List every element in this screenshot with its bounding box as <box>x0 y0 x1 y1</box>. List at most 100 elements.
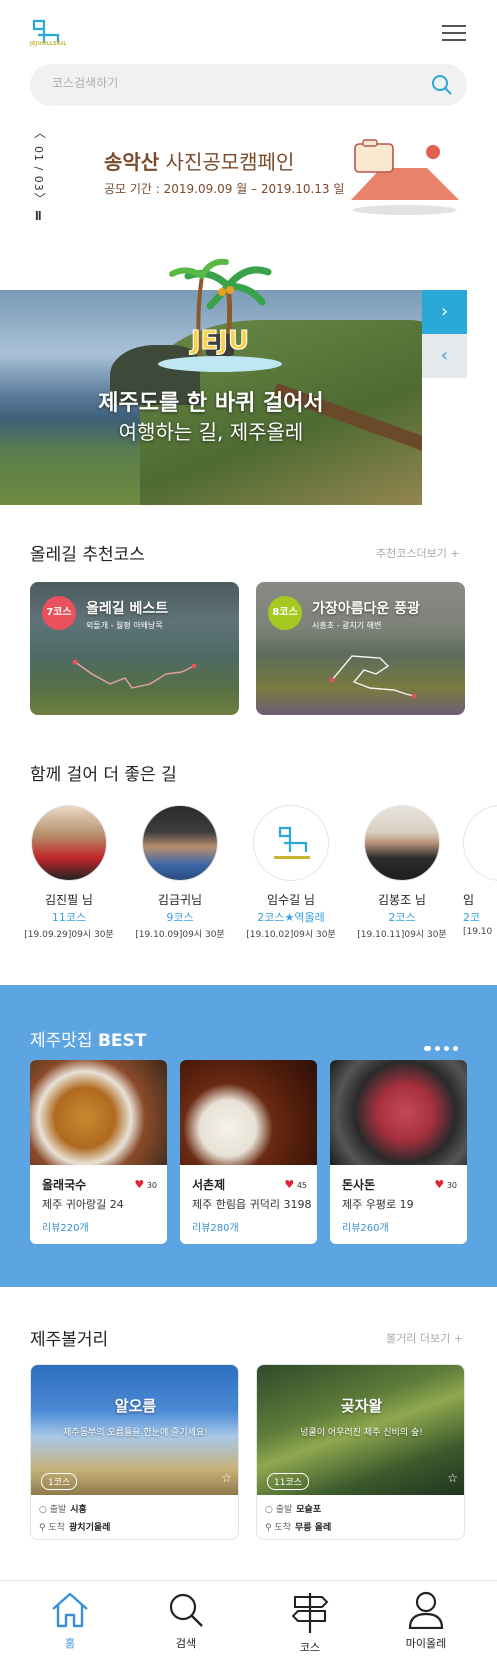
course-route: 시흥초 - 광치기 해변 <box>312 621 382 630</box>
hero-next-button[interactable]: › <box>422 290 467 334</box>
food-likes[interactable]: ♥ 45 <box>284 1178 307 1191</box>
walker-name: 임수길 님 <box>267 893 315 907</box>
walker-item[interactable]: 임 2코 [19.10 <box>463 805 497 937</box>
course-name: 가장아름다운 풍광 <box>312 601 420 617</box>
pause-icon[interactable]: ǁ <box>35 210 42 221</box>
search-bar[interactable] <box>30 64 467 106</box>
walker-date: [19.09.29]09시 30분 <box>24 930 114 940</box>
attraction-desc: 넝쿨이 어우러진 제주 신비의 숲! <box>300 1428 423 1438</box>
campaign-title[interactable]: 송악산 사진공모캠페인 <box>104 146 294 175</box>
recommended-more-link[interactable]: 추천코스더보기 + <box>376 545 460 561</box>
pager-count: 01 / 03 <box>32 146 45 192</box>
end-label: 도착 <box>48 1523 66 1533</box>
heart-icon: ♥ <box>434 1178 445 1191</box>
food-name: 서촌제 <box>192 1178 226 1192</box>
walker-name: 김봉조 님 <box>378 893 426 907</box>
nav-my[interactable]: 마이올레 <box>386 1591 466 1651</box>
walker-courses: 2코 <box>463 911 481 924</box>
food-card[interactable]: 돈사돈 ♥ 30 제주 우평로 19 리뷰260개 <box>330 1060 467 1244</box>
walkers-title: 함께 걸어 더 좋은 길 <box>30 765 177 785</box>
app-header: JEJUOLLEGIL <box>0 0 497 62</box>
end-value: 광치기올레 <box>69 1523 111 1533</box>
nav-my-label: 마이올레 <box>405 1637 447 1650</box>
attractions-more-link[interactable]: 볼거리 더보기 + <box>386 1330 463 1346</box>
banner-pager: ︿ 01 / 03 ﹀ ǁ <box>30 124 50 224</box>
walker-name: 김진필 님 <box>45 893 93 907</box>
attraction-course-badge: 1코스 <box>41 1473 78 1490</box>
start-value: 모슬포 <box>296 1505 322 1515</box>
end-label: 도착 <box>274 1523 292 1533</box>
attraction-card[interactable]: 알오름 제주동부의 오름들을 한눈에 즐기세요! 1코스 ☆ ○ 출발 시흥 ⚲ … <box>30 1364 239 1540</box>
walker-item[interactable]: 김봉조 님 2코스 [19.10.11]09시 30분 <box>352 805 452 940</box>
attraction-image: 곶자왈 넝쿨이 어우러진 제주 신비의 숲! 11코스 ☆ <box>257 1365 464 1495</box>
food-reviews[interactable]: 리뷰260개 <box>342 1219 389 1234</box>
signpost-icon <box>291 1593 329 1633</box>
attraction-start: ○ 출발 시흥 <box>39 1505 87 1515</box>
walker-courses: 9코스 <box>166 911 194 924</box>
nav-course-label: 코스 <box>299 1641 321 1654</box>
star-icon[interactable]: ☆ <box>447 1471 458 1485</box>
nav-course[interactable]: 코스 <box>270 1591 350 1655</box>
menu-icon[interactable] <box>442 25 466 43</box>
nav-home[interactable]: 홈 <box>30 1591 110 1651</box>
attraction-start: ○ 출발 모슬포 <box>265 1505 322 1515</box>
food-carousel-dots[interactable] <box>424 1036 468 1051</box>
course-name: 올레길 베스트 <box>86 601 169 617</box>
attraction-name: 알오름 <box>114 1397 157 1415</box>
start-value: 시흥 <box>70 1505 87 1515</box>
search-icon[interactable] <box>431 74 453 96</box>
hero-prev-button[interactable]: ‹ <box>422 334 467 378</box>
attraction-name: 곶자왈 <box>340 1397 383 1415</box>
food-card[interactable]: 서촌제 ♥ 45 제주 한림읍 귀덕리 3198 리뷰280개 <box>180 1060 317 1244</box>
food-reviews[interactable]: 리뷰280개 <box>192 1219 239 1234</box>
food-address: 제주 귀아랑길 24 <box>42 1198 124 1211</box>
avatar-logo <box>463 805 497 881</box>
attraction-desc: 제주동부의 오름들을 한눈에 즐기세요! <box>63 1428 208 1438</box>
jeju-olle-logo-icon <box>274 826 310 859</box>
end-value: 무릉 올레 <box>295 1523 332 1533</box>
walker-courses: 11코스 <box>51 911 87 924</box>
avatar <box>31 805 107 881</box>
course-route: 외돌개 - 월평 아왜낭목 <box>86 621 163 630</box>
walker-item[interactable]: 임수길 님 2코스★역올레 [19.10.02]09시 30분 <box>241 805 341 940</box>
food-likes[interactable]: ♥ 30 <box>434 1178 457 1191</box>
walker-name: 임 <box>463 893 475 907</box>
recommended-title: 올레길 추천코스 <box>30 545 145 565</box>
search-icon <box>169 1593 203 1627</box>
food-likes-count: 30 <box>146 1181 157 1190</box>
food-title: 제주맛집 BEST <box>30 1026 146 1051</box>
pager-up-icon[interactable]: ︿ <box>34 124 46 141</box>
walker-item[interactable]: 김진필 님 11코스 [19.09.29]09시 30분 <box>19 805 119 940</box>
food-likes[interactable]: ♥ 30 <box>134 1178 157 1191</box>
course-number-badge: 7코스 <box>42 596 76 630</box>
avatar-logo <box>253 805 329 881</box>
walker-item[interactable]: 김금귀님 9코스 [19.10.09]09시 30분 <box>130 805 230 940</box>
jeju-badge-text: JEJU <box>189 326 249 356</box>
food-reviews[interactable]: 리뷰220개 <box>42 1219 89 1234</box>
start-label: 출발 <box>49 1505 67 1515</box>
nav-search-label: 검색 <box>175 1637 197 1650</box>
pager-down-icon[interactable]: ﹀ <box>34 190 46 207</box>
course-number-badge: 8코스 <box>268 596 302 630</box>
nav-search[interactable]: 검색 <box>146 1591 226 1651</box>
avatar <box>142 805 218 881</box>
food-name: 올래국수 <box>42 1178 87 1192</box>
heart-icon: ♥ <box>284 1178 295 1191</box>
food-likes-count: 30 <box>446 1181 457 1190</box>
course-card[interactable]: 7코스 올레길 베스트 외돌개 - 월평 아왜낭목 <box>30 582 239 715</box>
course-route-map <box>329 655 417 699</box>
food-title-bold: BEST <box>97 1031 147 1051</box>
walker-name: 김금귀님 <box>157 893 203 907</box>
food-name: 돈사돈 <box>342 1178 376 1192</box>
camera-mountain-illustration <box>351 139 459 215</box>
walker-date: [19.10 <box>463 927 493 937</box>
attraction-card[interactable]: 곶자왈 넝쿨이 어우러진 제주 신비의 숲! 11코스 ☆ ○ 출발 모슬포 ⚲ … <box>256 1364 465 1540</box>
star-icon[interactable]: ☆ <box>221 1471 232 1485</box>
food-card[interactable]: 올래국수 ♥ 30 제주 귀아랑길 24 리뷰220개 <box>30 1060 167 1244</box>
search-input[interactable] <box>52 76 412 90</box>
course-route-map <box>72 659 197 689</box>
food-address: 제주 우평로 19 <box>342 1198 414 1211</box>
course-card[interactable]: 8코스 가장아름다운 풍광 시흥초 - 광치기 해변 <box>256 582 465 715</box>
bottom-nav: 홈 검색 코스 마이올레 <box>0 1580 497 1672</box>
nav-home-label: 홈 <box>64 1637 76 1650</box>
